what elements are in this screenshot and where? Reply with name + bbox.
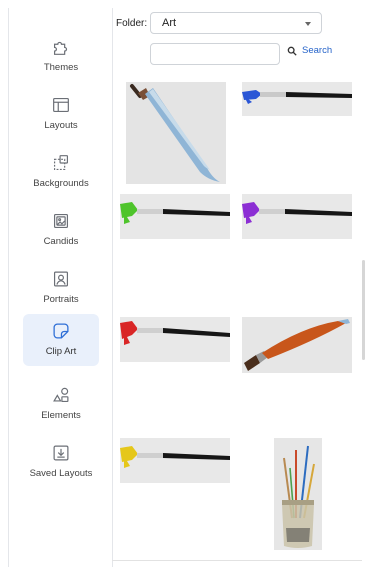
chevron-down-icon [305,22,311,26]
search-button-label: Search [302,45,333,56]
scrollbar[interactable] [362,260,365,360]
search-input[interactable] [150,43,280,65]
clipart-thumbnail[interactable] [120,317,230,362]
clipart-thumbnail[interactable] [242,82,352,116]
paintbrush-blue-grey-image [126,82,226,184]
clipart-thumbnail[interactable] [126,82,226,184]
background-icon [53,155,69,171]
sidebar-item-clip-art[interactable]: Clip Art [23,314,99,366]
sidebar-item-label: Layouts [44,120,78,131]
folder-select[interactable]: Art [150,12,322,34]
sidebar-item-portraits[interactable]: Portraits [23,262,99,314]
folder-label: Folder: [116,18,148,29]
divider [112,560,362,561]
paintbrush-orange-image [242,317,352,373]
sidebar-item-label: Themes [43,62,79,73]
sidebar-item-label: Saved Layouts [29,468,93,479]
sidebar-item-elements[interactable]: Elements [23,378,99,430]
sidebar-item-label: Clip Art [45,346,77,357]
search-icon [287,46,297,56]
paintbrush-green-image [120,194,230,239]
sidebar-item-candids[interactable]: Candids [23,204,99,256]
folder-select-value: Art [162,17,177,29]
sidebar-item-label: Backgrounds [33,178,89,189]
portrait-icon [53,271,69,287]
sidebar-item-backgrounds[interactable]: Backgrounds [23,146,99,198]
clipart-thumbnail[interactable] [242,317,352,373]
brushes-in-jar-image [274,438,322,550]
sidebar: Themes Layouts Backgrounds Candids Portr… [8,8,113,567]
shapes-icon [53,387,69,403]
clipart-thumbnail[interactable] [120,194,230,239]
sidebar-item-layouts[interactable]: Layouts [23,88,99,140]
paintbrush-purple-image [242,194,352,239]
search-button[interactable]: Search [287,45,332,56]
sidebar-item-label: Portraits [43,294,79,305]
layout-icon [53,97,69,113]
sidebar-item-label: Elements [41,410,81,421]
sidebar-item-themes[interactable]: Themes [23,30,99,82]
clipart-thumbnail[interactable] [120,438,230,483]
sticker-icon [53,323,69,339]
app-frame: Themes Layouts Backgrounds Candids Portr… [0,0,366,567]
sidebar-item-saved-layouts[interactable]: Saved Layouts [16,436,106,488]
sidebar-item-label: Candids [43,236,79,247]
paintbrush-red-image [120,317,230,362]
puzzle-icon [53,41,68,55]
clipart-thumbnail[interactable] [242,194,352,239]
image-icon [53,213,69,229]
paintbrush-yellow-image [120,438,230,483]
download-icon [53,445,69,461]
paintbrush-blue-image [242,82,352,116]
clipart-thumbnail[interactable] [274,438,322,550]
